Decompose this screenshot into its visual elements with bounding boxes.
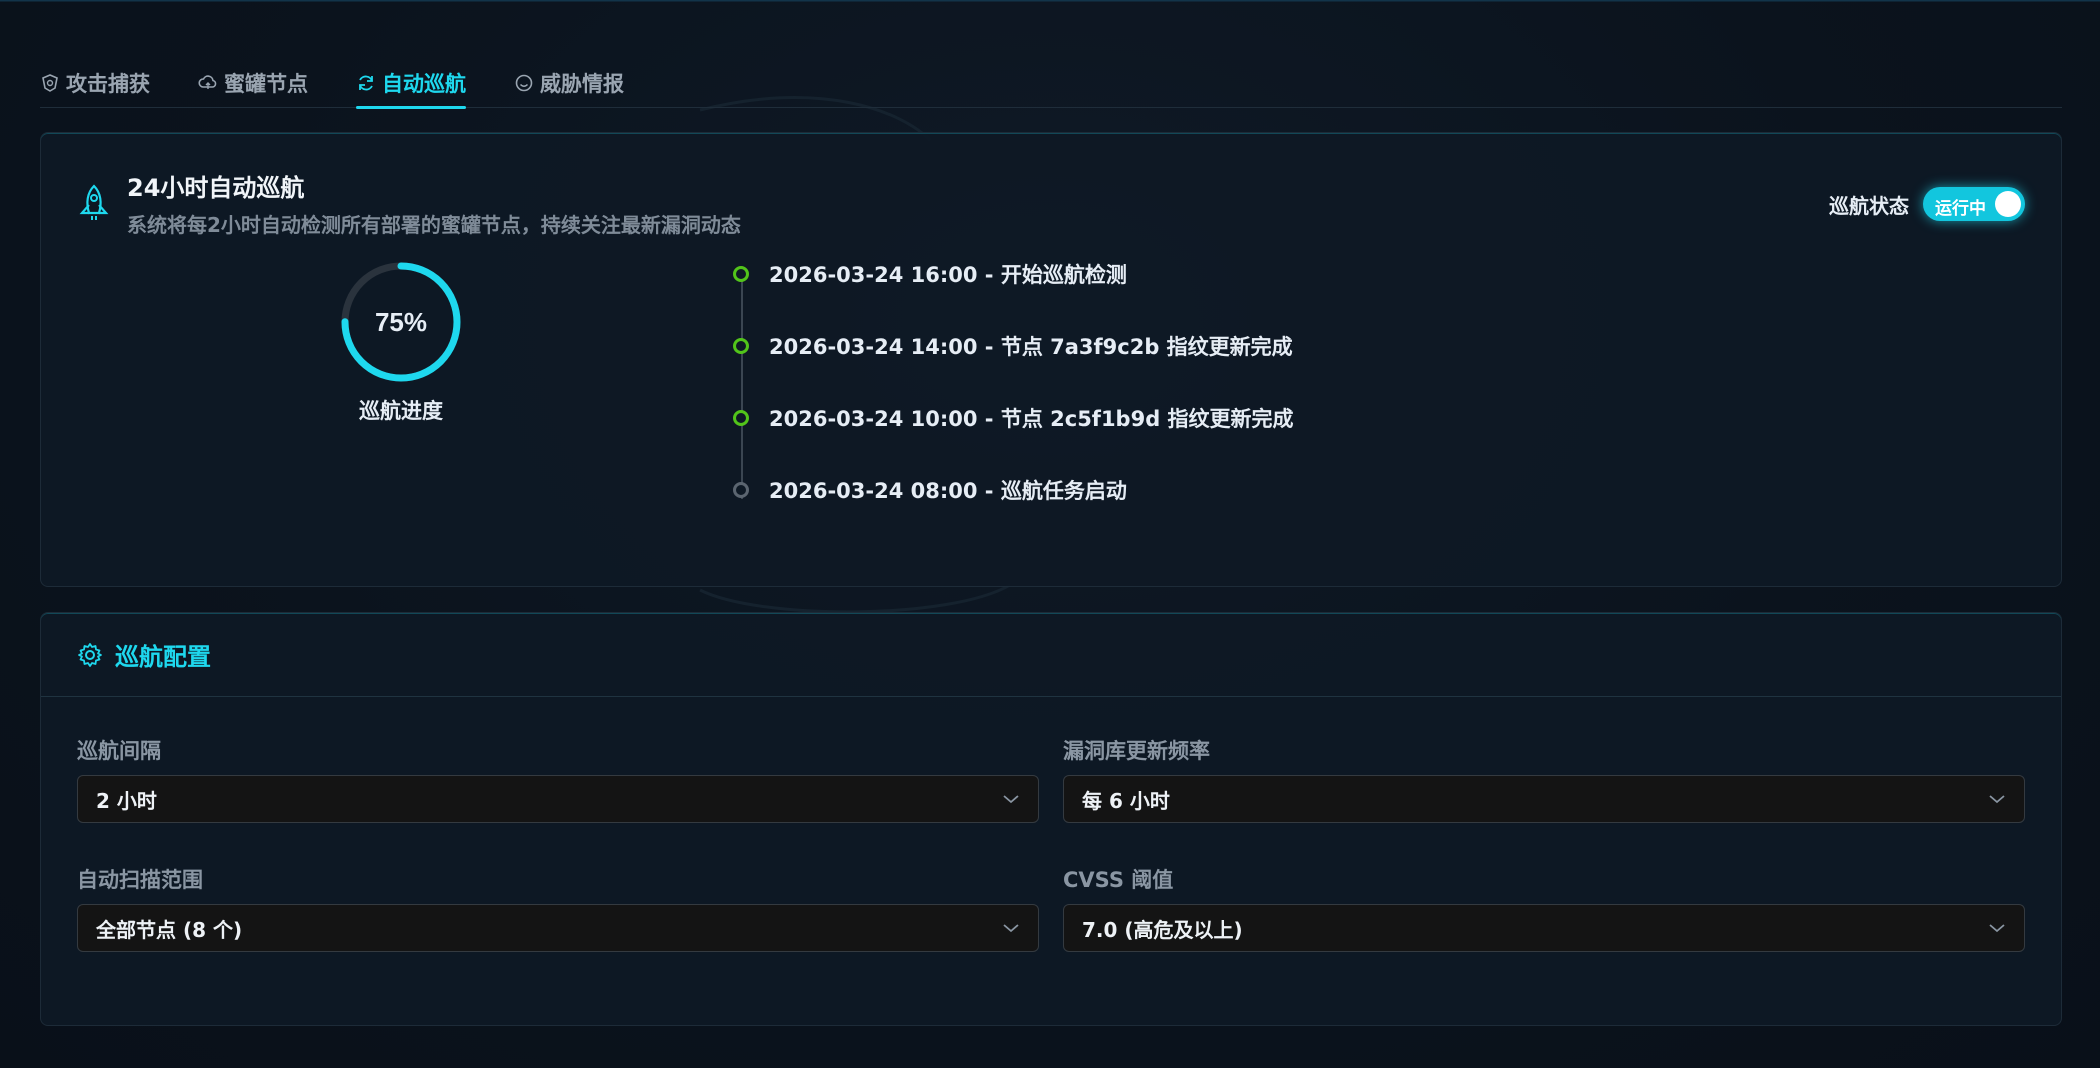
field-cvss-threshold: CVSS 阈值 7.0 (高危及以上) bbox=[1063, 864, 2025, 952]
vuln-db-frequency-select[interactable]: 每 6 小时 bbox=[1063, 775, 2025, 823]
cruise-interval-select[interactable]: 2 小时 bbox=[77, 775, 1039, 823]
cruise-status-label: 巡航状态 bbox=[1829, 193, 1909, 218]
smile-icon bbox=[515, 74, 533, 92]
timeline-item: 2026-03-24 16:00 - 开始巡航检测 bbox=[733, 259, 1127, 289]
app-frame: 攻击捕获 蜜罐节点 自动巡航 威胁情报 24小时自动巡航 系统将每2小时自动检测… bbox=[0, 0, 2100, 1068]
select-value: 每 6 小时 bbox=[1082, 788, 1170, 813]
cvss-threshold-select[interactable]: 7.0 (高危及以上) bbox=[1063, 904, 2025, 952]
timeline-text: 2026-03-24 08:00 - 巡航任务启动 bbox=[769, 479, 1127, 503]
timeline-text: 2026-03-24 10:00 - 节点 2c5f1b9d 指纹更新完成 bbox=[769, 407, 1294, 431]
cruise-toggle[interactable]: 运行中 bbox=[1923, 187, 2025, 221]
config-title: 巡航配置 bbox=[115, 643, 211, 671]
field-label: 漏洞库更新频率 bbox=[1063, 739, 1210, 763]
cloud-icon bbox=[198, 75, 217, 89]
timeline-dot-done bbox=[733, 410, 749, 426]
timeline-dot-done bbox=[733, 338, 749, 354]
scan-scope-select[interactable]: 全部节点 (8 个) bbox=[77, 904, 1039, 952]
tab-attack-capture[interactable]: 攻击捕获 bbox=[40, 44, 150, 108]
shield-icon bbox=[42, 74, 58, 92]
field-label: 自动扫描范围 bbox=[77, 868, 203, 892]
field-label: CVSS 阈值 bbox=[1063, 868, 1174, 892]
field-vuln-db-frequency: 漏洞库更新频率 每 6 小时 bbox=[1063, 735, 2025, 823]
cruise-header: 24小时自动巡航 系统将每2小时自动检测所有部署的蜜罐节点，持续关注最新漏洞动态 bbox=[77, 173, 741, 238]
timeline-text: 2026-03-24 14:00 - 节点 7a3f9c2b 指纹更新完成 bbox=[769, 335, 1293, 359]
gear-icon bbox=[78, 642, 102, 667]
cruise-title: 24小时自动巡航 bbox=[127, 174, 305, 202]
select-value: 全部节点 (8 个) bbox=[96, 917, 243, 942]
field-label: 巡航间隔 bbox=[77, 739, 161, 763]
tab-threat-intel[interactable]: 威胁情报 bbox=[514, 44, 624, 108]
select-value: 2 小时 bbox=[96, 788, 157, 813]
progress-ring-graphic: 75% bbox=[341, 262, 461, 382]
chevron-down-icon bbox=[1989, 795, 2005, 804]
toggle-knob bbox=[1995, 191, 2021, 217]
progress-percent-text: 75% bbox=[375, 307, 427, 337]
tab-auto-cruise[interactable]: 自动巡航 bbox=[356, 44, 466, 109]
tab-label: 蜜罐节点 bbox=[224, 72, 308, 96]
chevron-down-icon bbox=[1989, 924, 2005, 933]
cruise-description: 系统将每2小时自动检测所有部署的蜜罐节点，持续关注最新漏洞动态 bbox=[127, 213, 741, 237]
cruise-title-block: 24小时自动巡航 系统将每2小时自动检测所有部署的蜜罐节点，持续关注最新漏洞动态 bbox=[127, 173, 741, 238]
field-cruise-interval: 巡航间隔 2 小时 bbox=[77, 735, 1039, 823]
chevron-down-icon bbox=[1003, 795, 1019, 804]
cruise-timeline: 2026-03-24 16:00 - 开始巡航检测 2026-03-24 14:… bbox=[733, 259, 1533, 503]
progress-ring: 75% 巡航进度 bbox=[331, 259, 471, 425]
cruise-config-card: 巡航配置 巡航间隔 2 小时 漏洞库更新频率 每 6 小时 自动扫描范围 全部节… bbox=[40, 612, 2062, 1026]
select-value: 7.0 (高危及以上) bbox=[1082, 917, 1243, 942]
timeline-item: 2026-03-24 10:00 - 节点 2c5f1b9d 指纹更新完成 bbox=[733, 403, 1294, 433]
progress-label: 巡航进度 bbox=[359, 399, 443, 423]
tab-label: 攻击捕获 bbox=[66, 72, 150, 96]
toggle-text: 运行中 bbox=[1935, 199, 1986, 219]
timeline-item: 2026-03-24 08:00 - 巡航任务启动 bbox=[733, 475, 1127, 505]
cruise-status: 巡航状态 运行中 bbox=[1829, 187, 2025, 221]
timeline-text: 2026-03-24 16:00 - 开始巡航检测 bbox=[769, 263, 1127, 287]
tab-label: 威胁情报 bbox=[540, 72, 624, 96]
timeline-dot-pending bbox=[733, 482, 749, 498]
refresh-icon bbox=[359, 75, 373, 91]
tab-label: 自动巡航 bbox=[382, 72, 466, 96]
field-scan-scope: 自动扫描范围 全部节点 (8 个) bbox=[77, 864, 1039, 952]
tab-honeypot-nodes[interactable]: 蜜罐节点 bbox=[198, 44, 308, 108]
timeline-item: 2026-03-24 14:00 - 节点 7a3f9c2b 指纹更新完成 bbox=[733, 331, 1293, 361]
auto-cruise-card: 24小时自动巡航 系统将每2小时自动检测所有部署的蜜罐节点，持续关注最新漏洞动态… bbox=[40, 132, 2062, 587]
timeline-line bbox=[741, 281, 743, 499]
rocket-icon bbox=[79, 184, 109, 220]
chevron-down-icon bbox=[1003, 924, 1019, 933]
timeline-dot-done bbox=[733, 266, 749, 282]
config-header: 巡航配置 bbox=[41, 613, 2061, 697]
tab-bar: 攻击捕获 蜜罐节点 自动巡航 威胁情报 bbox=[40, 44, 2062, 109]
